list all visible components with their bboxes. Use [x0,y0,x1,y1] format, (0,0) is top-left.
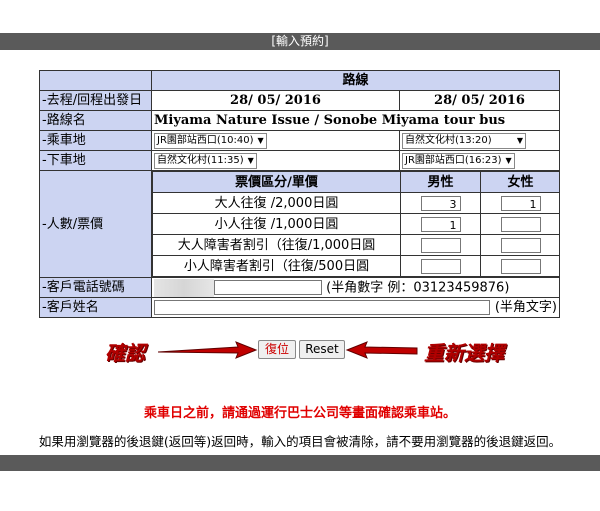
name-label: -客戶姓名 [39,297,152,318]
date-label: -去程/回程出發日 [39,90,152,111]
reselect-annotation: 重新選擇 [424,341,504,365]
footer-bar [0,455,600,471]
boarding-label: -乘車地 [39,130,152,151]
reset-button[interactable]: Reset [299,340,345,359]
fare-row: 大人障害者割引（往復/1,000日圓 [152,234,559,256]
fare-row: 小人障害者割引（往復/500日圓 [152,255,559,277]
outbound-date: 28/ 05/ 2016 [151,90,400,111]
female-count-input[interactable] [500,216,541,232]
back-button-warning: 如果用瀏覽器的後退鍵(返回等)返回時，輸入的項目會被清除，請不要用瀏覽器的後退鍵… [38,434,562,449]
fare-row: 小人往復 /1,000日圓 1 [152,213,559,235]
alighting-label: -下車地 [39,150,152,171]
redacted-phone [154,278,214,297]
chevron-down-icon: ▼ [257,135,264,145]
fare-type: 小人障害者割引（往復/500日圓 [152,255,401,277]
outbound-alighting-select[interactable]: 自然文化村(11:35) ▼ [154,152,257,169]
male-count-input[interactable] [420,258,461,274]
route-name: Miyama Nature Issue / Sonobe Miyama tour… [150,110,561,131]
return-date: 28/ 05/ 2016 [398,90,561,111]
name-hint: (半角文字) [494,300,558,315]
chevron-down-icon: ▼ [516,135,523,145]
name-input[interactable] [154,300,490,315]
arrow-right-icon [158,341,258,359]
fare-type: 大人往復 /2,000日圓 [152,192,401,214]
fare-row: 大人往復 /2,000日圓 3 1 [152,192,559,214]
fare-column-header: 票價區分/單價 [152,171,401,193]
outbound-boarding-select[interactable]: JR園部站西口(10:40) ▼ [154,132,267,149]
male-count-input[interactable] [420,237,461,253]
female-count-input[interactable]: 1 [500,195,541,211]
header-bar: [輸入預約] [0,33,600,50]
fare-table: 票價區分/單價 男性 女性 大人往復 /2,000日圓 3 1 小人往復 /1,… [152,171,559,277]
male-count-input[interactable]: 3 [420,195,461,211]
return-alighting-select[interactable]: JR園部站西口(16:23) ▼ [402,152,515,169]
male-count-input[interactable]: 1 [420,216,461,232]
chevron-down-icon: ▼ [505,155,512,165]
phone-input[interactable] [214,280,322,295]
confirm-annotation: 確認 [105,341,145,365]
reservation-form: 路線 -去程/回程出發日 28/ 05/ 2016 28/ 05/ 2016 -… [39,70,561,318]
chevron-down-icon: ▼ [247,155,254,165]
return-boarding-select[interactable]: 自然文化村(13:20) ▼ [402,132,526,149]
fare-type: 大人障害者割引（往復/1,000日圓 [152,234,401,256]
route-header: 路線 [150,70,561,91]
arrow-left-icon [345,341,418,359]
female-count-input[interactable] [500,258,541,274]
page-title: [輸入預約] [271,34,329,48]
confirm-button[interactable]: 復位 [258,340,296,359]
route-label: -路線名 [39,110,152,131]
passengers-label: -人數/票價 [39,170,152,278]
male-column-header: 男性 [400,171,481,193]
boarding-notice: 乘車日之前，請通過運行巴士公司等畫面確認乘車站。 [143,406,456,421]
phone-label: -客戶電話號碼 [39,277,152,298]
female-count-input[interactable] [500,237,541,253]
phone-hint: (半角數字 例：03123459876) [326,280,510,295]
fare-type: 小人往復 /1,000日圓 [152,213,401,235]
female-column-header: 女性 [480,171,559,193]
